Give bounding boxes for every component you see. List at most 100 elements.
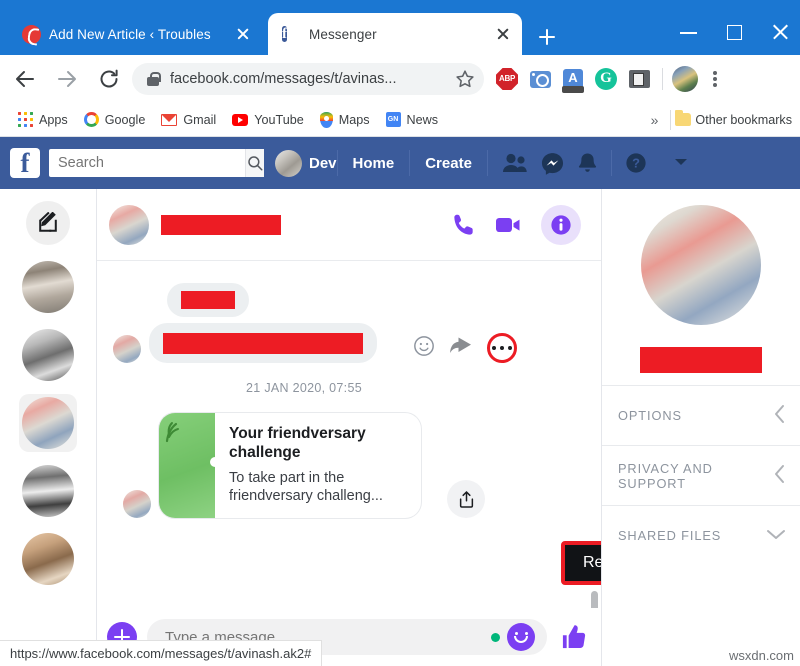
message-bubble-redacted[interactable] <box>149 323 377 363</box>
facebook-navbar: f Dev Home Create <box>0 137 800 189</box>
thread-scrollbar[interactable] <box>591 591 598 608</box>
rail-conversation-5[interactable] <box>19 530 77 588</box>
rail-conversation-1[interactable] <box>19 258 77 316</box>
bookmark-label: Google <box>104 112 146 127</box>
nav-link-home[interactable]: Home <box>338 155 410 172</box>
reply-icon[interactable] <box>449 336 473 361</box>
tab-close-icon[interactable] <box>234 25 252 43</box>
forward-button[interactable] <box>50 62 84 96</box>
messenger-app: Remove 21 JAN 2020, 07:55 Your friendver… <box>0 189 800 666</box>
avatar[interactable] <box>641 205 761 325</box>
bookmark-gmail[interactable]: Gmail <box>153 107 224 133</box>
conversation-info-icon[interactable] <box>541 204 581 245</box>
apps-grid-icon <box>18 112 33 127</box>
help-icon[interactable]: ? <box>625 152 647 174</box>
search-icon[interactable] <box>245 149 264 177</box>
address-bar[interactable]: facebook.com/messages/t/avinas... <box>132 63 484 95</box>
screenshot-camera-icon[interactable] <box>525 64 555 94</box>
bookmark-youtube[interactable]: YouTube <box>224 107 312 133</box>
google-icon <box>83 112 99 127</box>
message-hover-actions <box>413 333 517 363</box>
chrome-menu-icon[interactable] <box>702 64 728 94</box>
react-emoji-icon[interactable] <box>413 335 435 362</box>
rail-conversation-3[interactable] <box>19 394 77 452</box>
bookmark-label: Maps <box>338 112 370 127</box>
print-friendly-icon[interactable] <box>624 64 654 94</box>
message-thread: Remove 21 JAN 2020, 07:55 Your friendver… <box>97 261 601 608</box>
rail-conversation-2[interactable] <box>19 326 77 384</box>
share-icon[interactable] <box>447 480 485 519</box>
bookmark-label: Apps <box>39 112 68 127</box>
search-input[interactable] <box>49 150 245 176</box>
compose-icon[interactable] <box>26 201 70 245</box>
chevron-left-icon[interactable] <box>773 404 786 428</box>
google-translate-icon[interactable]: A <box>558 64 588 94</box>
details-profile <box>602 189 800 385</box>
message-bubble-redacted[interactable] <box>167 283 249 317</box>
window-minimize-button[interactable] <box>666 16 712 48</box>
message-row <box>113 283 585 317</box>
nav-user-profile[interactable]: Dev <box>275 149 337 177</box>
video-call-icon[interactable] <box>495 214 523 236</box>
nav-divider <box>486 150 488 176</box>
url-text: facebook.com/messages/t/avinas... <box>170 71 397 87</box>
bookmark-apps[interactable]: Apps <box>10 107 76 133</box>
svg-text:?: ? <box>632 156 640 171</box>
feedly-icon <box>22 24 41 44</box>
messenger-icon[interactable] <box>541 152 564 175</box>
chevron-left-icon[interactable] <box>773 464 786 488</box>
details-section-shared-files[interactable]: SHARED FILES <box>602 505 800 565</box>
new-tab-button[interactable] <box>534 24 560 50</box>
tab-add-new-article[interactable]: Add New Article ‹ Troubles <box>8 13 262 55</box>
back-button[interactable] <box>8 62 42 96</box>
notifications-bell-icon[interactable] <box>577 152 598 175</box>
profile-avatar[interactable] <box>672 66 698 92</box>
section-label: PRIVACY AND SUPPORT <box>618 460 713 491</box>
bookmark-label: News <box>406 112 439 127</box>
tab-title: Messenger <box>309 26 377 42</box>
conversation-title-redacted <box>161 214 281 235</box>
bookmark-google[interactable]: Google <box>76 107 154 133</box>
tab-title: Add New Article ‹ Troubles <box>49 26 211 42</box>
bookmark-star-icon[interactable] <box>452 66 478 92</box>
chevron-down-icon[interactable] <box>766 526 786 545</box>
tab-close-icon[interactable] <box>494 25 512 43</box>
voice-call-icon[interactable] <box>451 212 477 238</box>
online-status-dot <box>491 632 500 642</box>
nav-divider <box>610 150 612 176</box>
friendversary-card[interactable]: Your friendversary challenge To take par… <box>159 413 421 519</box>
tab-messenger[interactable]: f Messenger <box>268 13 522 55</box>
avatar <box>22 397 74 449</box>
nav-link-create[interactable]: Create <box>410 155 487 172</box>
details-section-privacy-and-support[interactable]: PRIVACY AND SUPPORT <box>602 445 800 505</box>
conversation-actions <box>451 204 589 245</box>
google-news-icon: GN <box>385 112 401 127</box>
card-message-row: Your friendversary challenge To take par… <box>113 413 585 519</box>
bookmark-news[interactable]: GN News <box>378 107 447 133</box>
rail-conversation-4[interactable] <box>19 462 77 520</box>
friend-requests-icon[interactable] <box>502 152 528 174</box>
other-bookmarks-label[interactable]: Other bookmarks <box>695 113 792 127</box>
avatar <box>22 261 74 313</box>
reload-button[interactable] <box>92 62 126 96</box>
toolbar-divider <box>662 68 663 90</box>
adblock-plus-icon[interactable]: ABP <box>492 64 522 94</box>
avatar <box>123 490 151 519</box>
tab-strip: Add New Article ‹ Troubles f Messenger <box>0 8 800 55</box>
avatar <box>22 329 74 381</box>
account-caret-icon[interactable] <box>674 154 688 172</box>
facebook-logo-icon[interactable]: f <box>10 148 40 178</box>
emoji-picker-icon[interactable] <box>507 623 535 651</box>
details-section-options[interactable]: OPTIONS <box>602 385 800 445</box>
more-actions-icon[interactable] <box>487 333 517 363</box>
window-maximize-button[interactable] <box>712 16 758 48</box>
thumbs-up-icon[interactable] <box>557 623 591 651</box>
grammarly-icon[interactable]: G <box>591 64 621 94</box>
bookmark-maps[interactable]: Maps <box>312 107 378 133</box>
facebook-search[interactable] <box>49 149 264 177</box>
facebook-icon: f <box>282 25 287 42</box>
youtube-icon <box>232 113 249 126</box>
title-bar: Add New Article ‹ Troubles f Messenger <box>0 0 800 55</box>
bookmarks-overflow-icon[interactable]: » <box>643 112 667 128</box>
window-close-button[interactable] <box>758 16 800 48</box>
